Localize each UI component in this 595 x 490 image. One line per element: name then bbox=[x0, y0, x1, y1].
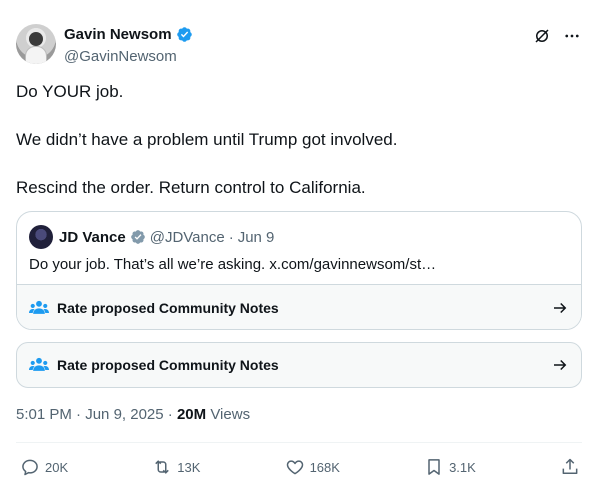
community-notes-button[interactable]: Rate proposed Community Notes bbox=[16, 342, 582, 388]
tweet-date[interactable]: Jun 9, 2025 bbox=[85, 406, 163, 423]
action-bar: 20K 13K 168K 3.1K bbox=[20, 456, 580, 478]
quoted-tweet-text: Do your job. That’s all we’re asking. x.… bbox=[29, 256, 437, 273]
community-notes-label: Rate proposed Community Notes bbox=[57, 357, 279, 373]
verified-badge-icon bbox=[130, 230, 145, 244]
tweet-meta: 5:01 PM · Jun 9, 2025 · 20M Views bbox=[16, 406, 250, 423]
community-notes-label: Rate proposed Community Notes bbox=[57, 299, 279, 316]
heart-icon bbox=[286, 460, 303, 475]
quote-community-notes-button[interactable]: Rate proposed Community Notes bbox=[17, 284, 581, 329]
views-label: Views bbox=[210, 406, 251, 423]
arrow-right-icon bbox=[554, 359, 567, 371]
author-name-row: Gavin Newsom bbox=[64, 26, 193, 43]
quoted-tweet[interactable]: JD Vance @JDVance · Jun 9 Do your job. T… bbox=[16, 211, 582, 330]
quoted-tweet-header: JD Vance @JDVance · Jun 9 bbox=[29, 225, 274, 249]
separator-dot: · bbox=[76, 406, 82, 423]
people-icon bbox=[29, 300, 49, 314]
bookmark-icon bbox=[428, 459, 440, 475]
verified-badge-icon bbox=[176, 27, 192, 42]
tweet-line: Do YOUR job. bbox=[16, 82, 124, 101]
tweet-header: Gavin Newsom @GavinNewsom bbox=[16, 24, 582, 68]
author-handle[interactable]: @GavinNewsom bbox=[64, 48, 177, 65]
tweet-time[interactable]: 5:01 PM bbox=[16, 406, 72, 423]
bookmark-count: 3.1K bbox=[449, 459, 476, 475]
repost-count: 13K bbox=[177, 459, 201, 475]
avatar-body bbox=[25, 46, 47, 64]
reply-count: 20K bbox=[45, 459, 69, 475]
repost-icon bbox=[155, 460, 170, 474]
quoted-author-handle: @JDVance bbox=[149, 228, 225, 246]
quoted-tweet-date: Jun 9 bbox=[237, 228, 275, 246]
header-actions bbox=[532, 26, 582, 46]
divider bbox=[16, 442, 582, 443]
tweet-line: We didn’t have a problem until Trump got… bbox=[16, 130, 398, 149]
people-icon bbox=[29, 357, 49, 371]
separator-dot: · bbox=[167, 406, 173, 423]
share-button[interactable] bbox=[560, 457, 580, 477]
tweet-line: Rescind the order. Return control to Cal… bbox=[16, 178, 366, 197]
repost-button[interactable]: 13K bbox=[152, 457, 200, 477]
author-avatar[interactable] bbox=[16, 24, 56, 64]
reply-button[interactable]: 20K bbox=[20, 457, 68, 477]
grok-icon[interactable] bbox=[532, 26, 552, 46]
quoted-author-name: JD Vance bbox=[59, 228, 126, 246]
reply-icon bbox=[22, 459, 38, 476]
like-count: 168K bbox=[309, 459, 340, 475]
quoted-author-avatar bbox=[29, 225, 53, 249]
arrow-right-icon bbox=[554, 302, 567, 313]
bookmark-button[interactable]: 3.1K bbox=[424, 457, 476, 477]
avatar-head bbox=[29, 32, 43, 46]
share-icon bbox=[562, 458, 578, 474]
separator-dot: · bbox=[228, 228, 234, 246]
like-button[interactable]: 168K bbox=[285, 457, 340, 477]
author-display-name[interactable]: Gavin Newsom bbox=[64, 26, 172, 43]
tweet-text: Do YOUR job. We didn’t have a problem un… bbox=[16, 80, 576, 224]
views-count: 20M bbox=[176, 406, 207, 423]
more-options-icon[interactable] bbox=[562, 26, 582, 46]
